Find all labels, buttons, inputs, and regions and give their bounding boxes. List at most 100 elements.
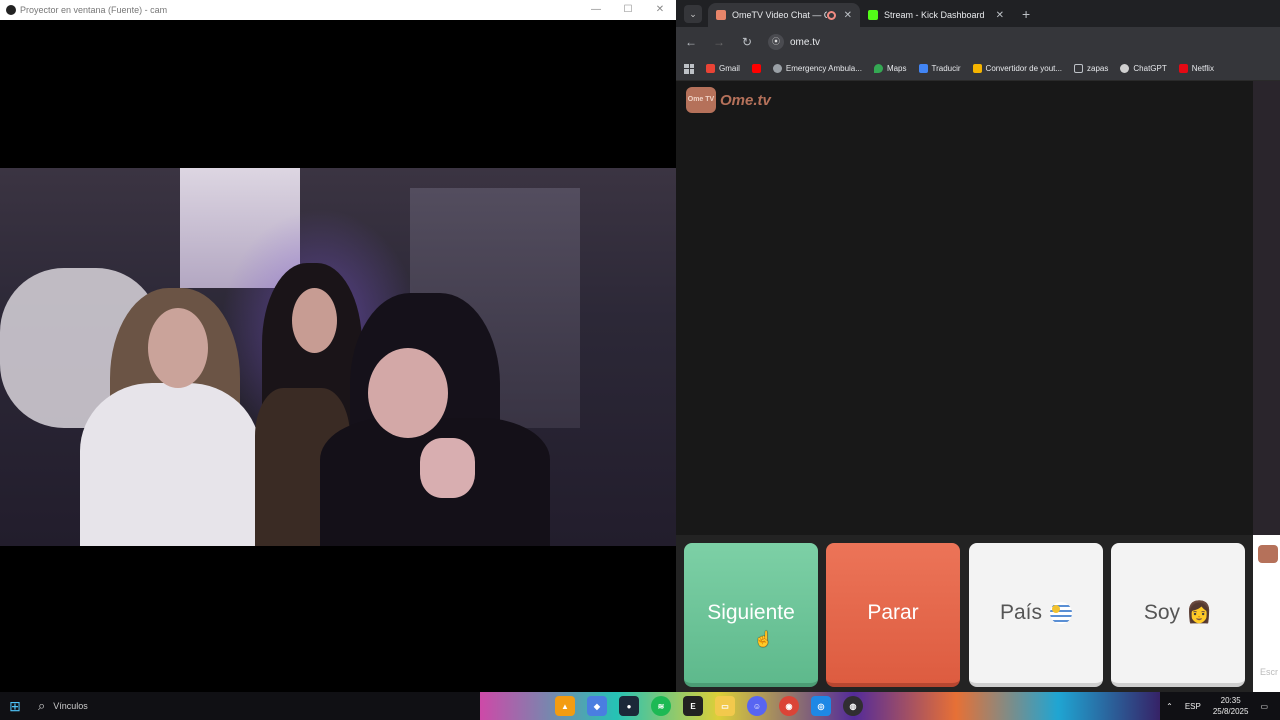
new-tab-button[interactable]: + bbox=[1022, 6, 1030, 22]
bookmark-label: Netflix bbox=[1191, 64, 1214, 73]
bookmark-youtube[interactable] bbox=[751, 64, 761, 73]
forward-arrow-icon[interactable]: → bbox=[712, 35, 726, 49]
gender-button[interactable]: Soy 👩 bbox=[1111, 543, 1245, 687]
taskbar-search[interactable]: ⌕ Vínculos bbox=[30, 692, 500, 720]
country-button[interactable]: País bbox=[969, 543, 1103, 687]
bookmark-convertidor[interactable]: Convertidor de yout... bbox=[972, 64, 1063, 73]
desktop: Proyector en ventana (Fuente) - cam — ☐ … bbox=[0, 0, 1280, 720]
chevron-up-icon[interactable]: ⌃ bbox=[1166, 702, 1173, 711]
clock-date: 25/8/2025 bbox=[1212, 707, 1249, 716]
close-button[interactable]: ✕ bbox=[644, 0, 676, 20]
discord-icon[interactable]: ☺ bbox=[747, 696, 767, 716]
taskbar: ⊞ ⌕ Vínculos ▲ ◆ ● ≋ E ▭ ☺ ◉ ◎ ◍ ⌃ ESP 2… bbox=[0, 692, 1280, 720]
youtube-icon bbox=[751, 64, 761, 73]
bookmark-label: Maps bbox=[886, 64, 907, 73]
bookmark-label: Traducir bbox=[931, 64, 961, 73]
taskbar-search-label: Vínculos bbox=[53, 701, 88, 711]
apps-grid-icon[interactable] bbox=[684, 63, 694, 74]
uruguay-flag-icon bbox=[1050, 602, 1073, 624]
chat-panel-peek[interactable]: Escr bbox=[1253, 535, 1280, 692]
gmail-icon bbox=[706, 64, 715, 73]
stop-button-label: Parar bbox=[867, 601, 919, 624]
bookmark-label: Gmail bbox=[719, 64, 740, 73]
person-left-body bbox=[80, 383, 260, 546]
bookmark-emergency[interactable]: Emergency Ambula... bbox=[772, 64, 862, 73]
tab-ometv[interactable]: OmeTV Video Chat — Ome ✕ bbox=[708, 3, 860, 27]
folder-icon bbox=[1074, 64, 1084, 73]
projector-titlebar: Proyector en ventana (Fuente) - cam — ☐ … bbox=[0, 0, 676, 20]
windows-start-icon[interactable]: ⊞ bbox=[0, 698, 30, 715]
spotify-icon[interactable]: ≋ bbox=[651, 696, 671, 716]
taskbar-apps: ▲ ◆ ● ≋ E ▭ ☺ ◉ ◎ ◍ bbox=[555, 696, 863, 716]
bookmark-label: Convertidor de yout... bbox=[985, 64, 1063, 73]
notifications-icon[interactable]: ▭ bbox=[1260, 702, 1268, 711]
maps-pin-icon bbox=[873, 64, 883, 73]
tab-kick[interactable]: Stream - Kick Dashboard ✕ bbox=[860, 3, 1012, 27]
ometv-favicon-icon bbox=[716, 10, 726, 20]
steam-icon[interactable]: ● bbox=[619, 696, 639, 716]
browser-window: ⌄ OmeTV Video Chat — Ome ✕ Stream - Kick… bbox=[676, 0, 1280, 692]
tab-kick-close-icon[interactable]: ✕ bbox=[996, 10, 1004, 21]
gender-button-label: Soy bbox=[1143, 601, 1181, 624]
tab-ometv-label: OmeTV Video Chat — Ome bbox=[732, 10, 827, 20]
hand-cursor-icon: ☝ bbox=[754, 631, 773, 648]
browser-toolbar: ← → ↻ ⦿ ome.tv bbox=[676, 27, 1280, 57]
person-right-face bbox=[368, 348, 448, 438]
webcam-feed bbox=[0, 168, 676, 546]
ometv-mini-logo-icon bbox=[1258, 545, 1278, 563]
tab-bar: ⌄ OmeTV Video Chat — Ome ✕ Stream - Kick… bbox=[676, 0, 1280, 27]
bookmark-zapas[interactable]: zapas bbox=[1074, 64, 1108, 73]
obs-taskbar-icon[interactable]: ◍ bbox=[843, 696, 863, 716]
bookmark-label: zapas bbox=[1087, 64, 1109, 73]
minimize-button[interactable]: — bbox=[580, 0, 612, 20]
address-bar[interactable]: ⦿ ome.tv bbox=[768, 34, 820, 50]
projector-title: Proyector en ventana (Fuente) - cam bbox=[20, 5, 168, 15]
maximize-button[interactable]: ☐ bbox=[612, 0, 644, 20]
ometv-logo[interactable]: Ome TV Ome.tv bbox=[686, 87, 771, 113]
stranger-video: Ome TV Ome.tv bbox=[676, 81, 1253, 535]
bookmarks-bar: Gmail Emergency Ambula... Maps Traducir … bbox=[676, 57, 1280, 81]
file-explorer-icon[interactable]: ▭ bbox=[715, 696, 735, 716]
bookmark-gmail[interactable]: Gmail bbox=[706, 64, 740, 73]
tab-kick-label: Stream - Kick Dashboard bbox=[884, 10, 985, 20]
ometv-logo-text: Ome.tv bbox=[720, 91, 771, 109]
language-indicator[interactable]: ESP bbox=[1185, 702, 1201, 711]
bookmark-netflix[interactable]: Netflix bbox=[1178, 64, 1214, 73]
ometv-tv-icon: Ome TV bbox=[686, 87, 716, 113]
address-url[interactable]: ome.tv bbox=[790, 37, 820, 48]
obs-icon bbox=[6, 5, 16, 15]
chatgpt-icon bbox=[1120, 64, 1130, 73]
bookmark-traducir[interactable]: Traducir bbox=[918, 64, 961, 73]
tab-search-button[interactable]: ⌄ bbox=[684, 5, 702, 23]
netflix-icon bbox=[1178, 64, 1188, 73]
ometv-page: Ome TV Ome.tv Siguiente Parar País Soy 👩… bbox=[676, 81, 1280, 692]
person-middle-face bbox=[292, 288, 337, 353]
next-button[interactable]: Siguiente bbox=[684, 543, 818, 687]
bookmark-label: Emergency Ambula... bbox=[785, 64, 862, 73]
country-button-label: País bbox=[999, 601, 1043, 624]
system-tray: ⌃ ESP 20:35 25/8/2025 ▭ bbox=[1166, 692, 1268, 720]
bookmark-chatgpt[interactable]: ChatGPT bbox=[1120, 64, 1167, 73]
back-arrow-icon[interactable]: ← bbox=[684, 35, 698, 49]
app-icon[interactable]: ◆ bbox=[587, 696, 607, 716]
app-icon-blue[interactable]: ◎ bbox=[811, 696, 831, 716]
side-video-peek bbox=[1253, 81, 1280, 535]
stop-button[interactable]: Parar bbox=[826, 543, 960, 687]
person-right-hand bbox=[420, 438, 475, 498]
bookmark-maps[interactable]: Maps bbox=[873, 64, 907, 73]
clock-time: 20:35 bbox=[1220, 696, 1241, 705]
search-icon: ⌕ bbox=[38, 698, 46, 713]
translate-icon bbox=[918, 64, 928, 73]
kick-favicon-icon bbox=[868, 10, 878, 20]
reload-icon[interactable]: ↻ bbox=[740, 35, 754, 49]
chat-input-placeholder[interactable]: Escr bbox=[1260, 667, 1278, 677]
site-info-icon[interactable]: ⦿ bbox=[768, 34, 784, 50]
vlc-icon[interactable]: ▲ bbox=[555, 696, 575, 716]
clock[interactable]: 20:35 25/8/2025 bbox=[1213, 695, 1249, 717]
globe-icon bbox=[772, 64, 782, 73]
chrome-icon[interactable]: ◉ bbox=[779, 696, 799, 716]
epic-games-icon[interactable]: E bbox=[683, 696, 703, 716]
tab-ometv-close-icon[interactable]: ✕ bbox=[844, 10, 852, 21]
chat-controls: Siguiente Parar País Soy 👩 bbox=[676, 535, 1253, 692]
converter-icon bbox=[972, 64, 982, 73]
